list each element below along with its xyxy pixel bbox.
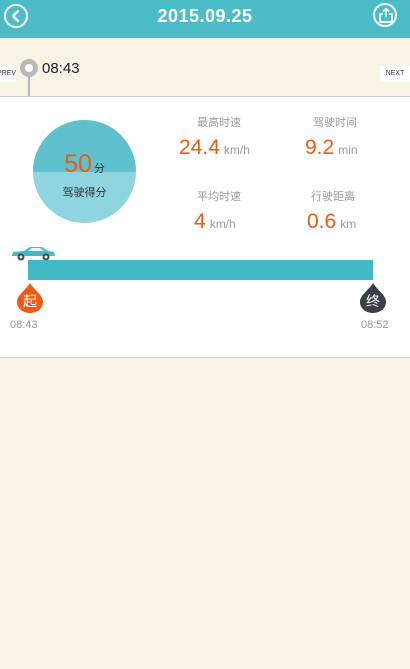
stat-value: 9.2 min: [305, 136, 365, 160]
next-button[interactable]: NEXT: [380, 66, 410, 82]
end-marker-label: 终: [366, 294, 380, 310]
timeline-pin-icon[interactable]: [20, 59, 38, 77]
start-time: 08:43: [10, 319, 38, 331]
trip-progress-bar: [28, 260, 373, 280]
stat-unit: km: [340, 217, 357, 231]
score-label: 驾驶得分: [62, 186, 107, 199]
start-marker-label: 起: [23, 294, 37, 310]
app-header: 2015.09.25: [0, 0, 410, 38]
score-unit: 分: [93, 163, 105, 175]
start-marker[interactable]: 起: [16, 283, 44, 313]
end-marker[interactable]: 终: [359, 283, 387, 313]
stat-unit: km/h: [223, 143, 250, 157]
driving-score-circle: 50 分 驾驶得分: [33, 120, 136, 223]
page-title: 2015.09.25: [157, 6, 253, 26]
stat-value: 4 km/h: [194, 210, 244, 234]
stat-value: 24.4 km/h: [179, 136, 259, 160]
stat-unit: km/h: [209, 217, 236, 231]
stat-number: 24.4: [179, 136, 220, 159]
score-value: 50 分: [33, 150, 136, 179]
prev-button[interactable]: PREV: [0, 66, 16, 82]
stat-number: 0.6: [307, 210, 337, 233]
score-number: 50: [64, 150, 92, 178]
stat-distance: 行驶距离 0.6 km: [307, 188, 359, 234]
stat-number: 4: [194, 210, 206, 233]
stat-label: 驾驶时间: [313, 116, 357, 129]
share-button[interactable]: [373, 3, 397, 27]
stat-value: 0.6 km: [307, 210, 359, 234]
stat-unit: min: [338, 143, 358, 157]
stat-number: 9.2: [305, 136, 335, 159]
trip-summary-card: 50 分 驾驶得分 最高时速 24.4 km/h 驾驶时间 9.2 min 平均时速 …: [0, 96, 410, 358]
stat-label: 最高时速: [197, 116, 241, 129]
end-time: 08:52: [361, 319, 389, 331]
stat-label: 行驶距离: [311, 190, 355, 203]
timeline-pin-time: 08:43: [42, 60, 80, 77]
share-icon: [379, 7, 393, 23]
stat-label: 平均时速: [197, 190, 241, 203]
stat-avg-speed: 平均时速 4 km/h: [194, 188, 244, 234]
timeline-strip: PREV 08:43 NEXT: [0, 38, 410, 96]
stat-max-speed: 最高时速 24.4 km/h: [179, 114, 259, 160]
stat-drive-time: 驾驶时间 9.2 min: [305, 114, 365, 160]
